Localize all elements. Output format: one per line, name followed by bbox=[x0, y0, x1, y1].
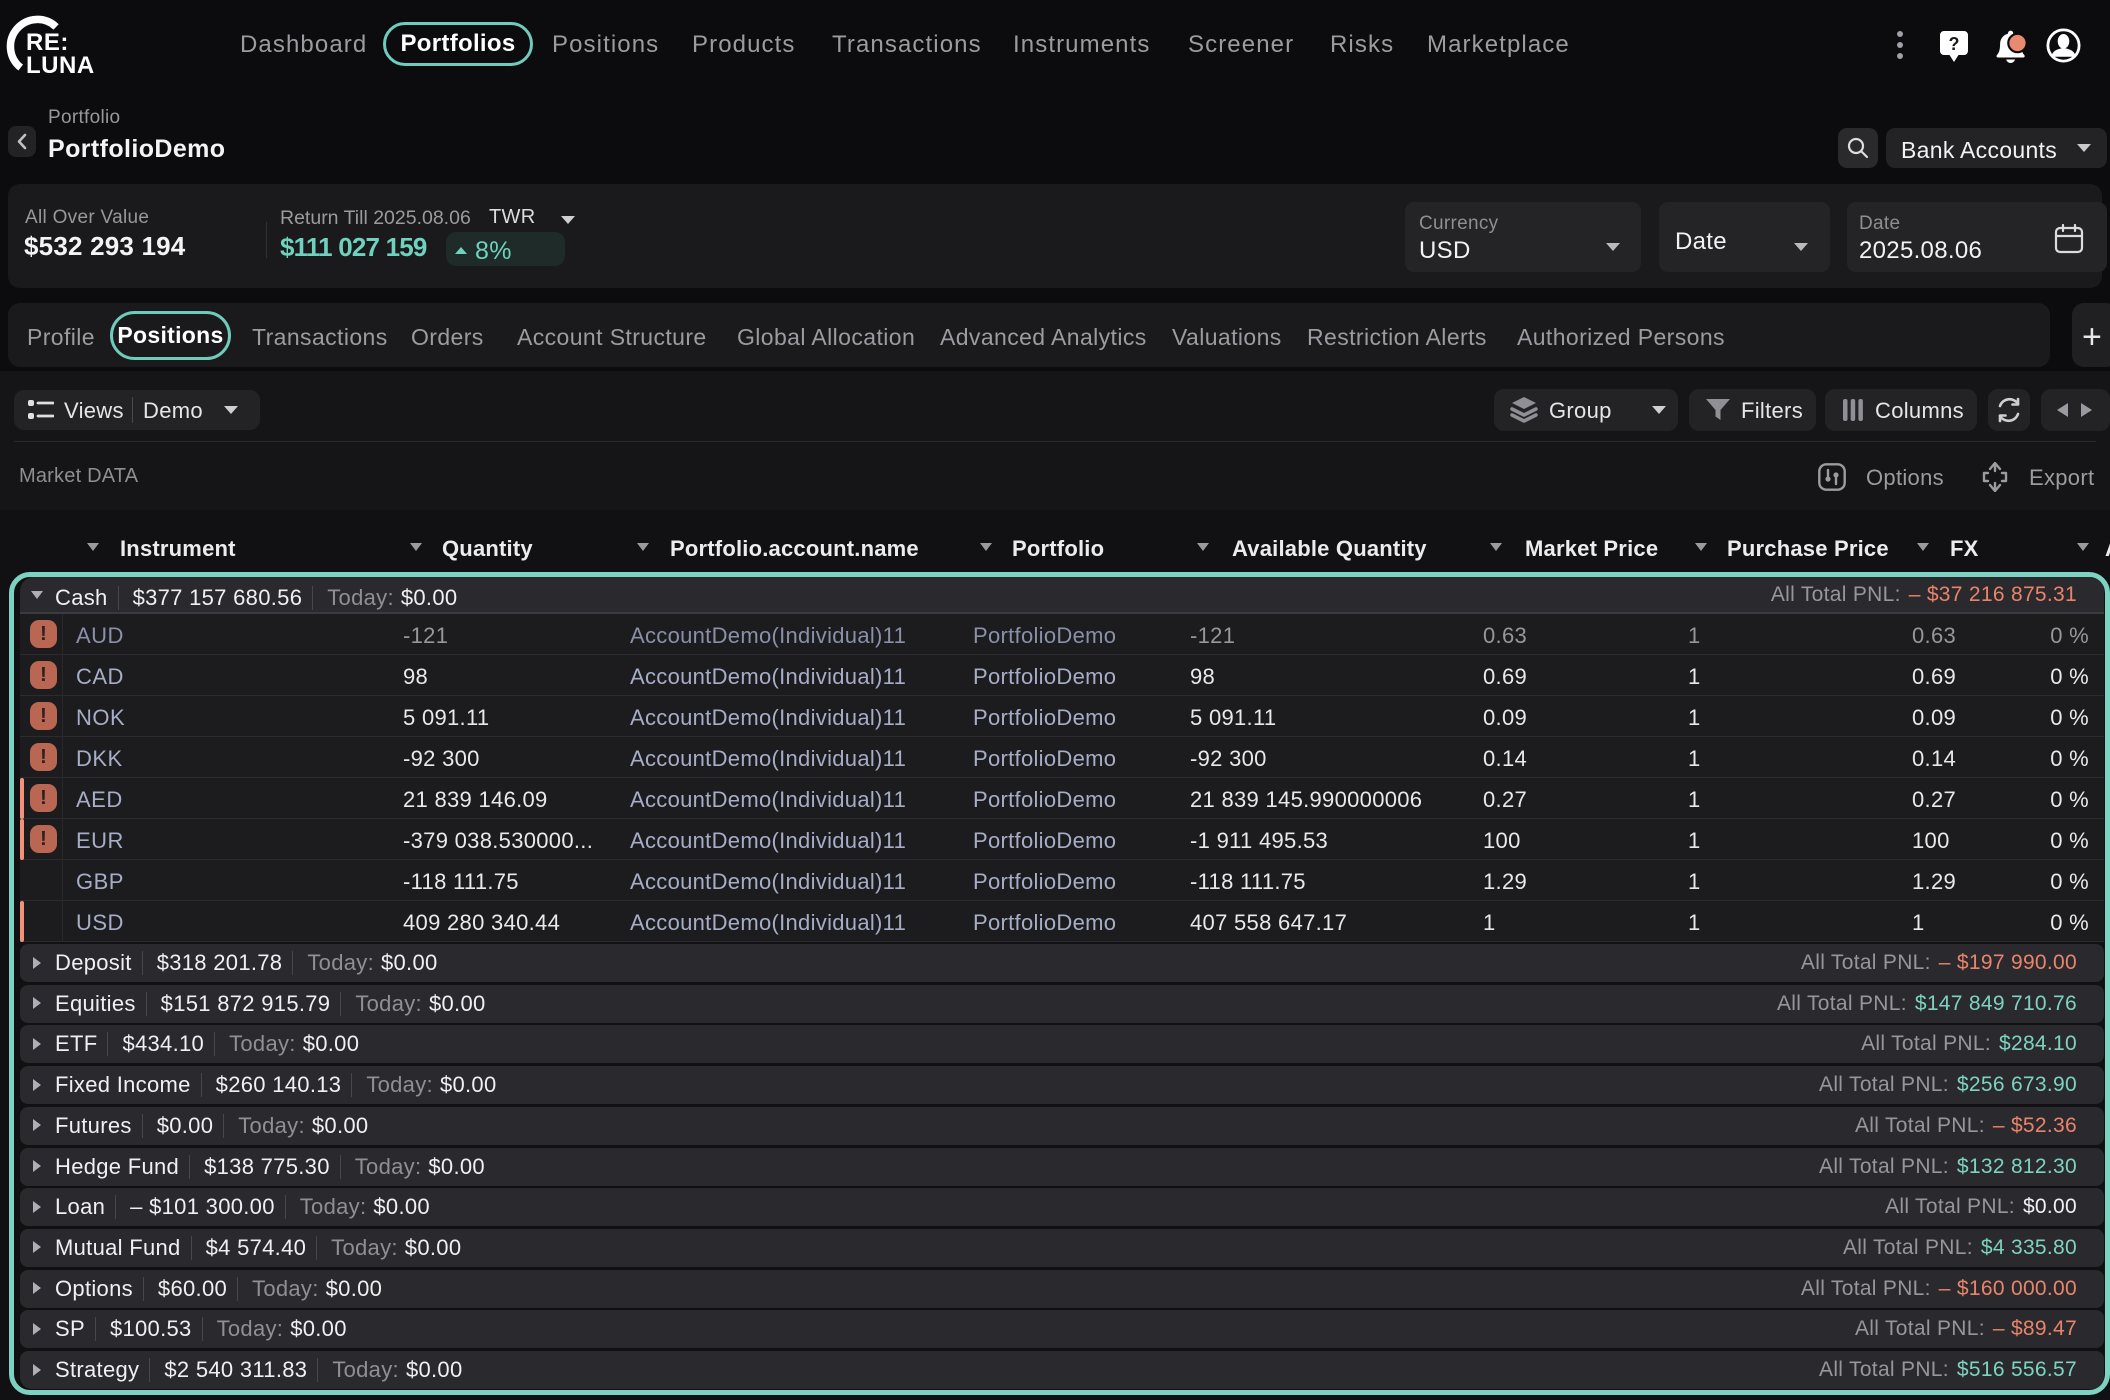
svg-text:?: ? bbox=[1949, 34, 1960, 54]
svg-text:LUNA: LUNA bbox=[26, 52, 95, 79]
